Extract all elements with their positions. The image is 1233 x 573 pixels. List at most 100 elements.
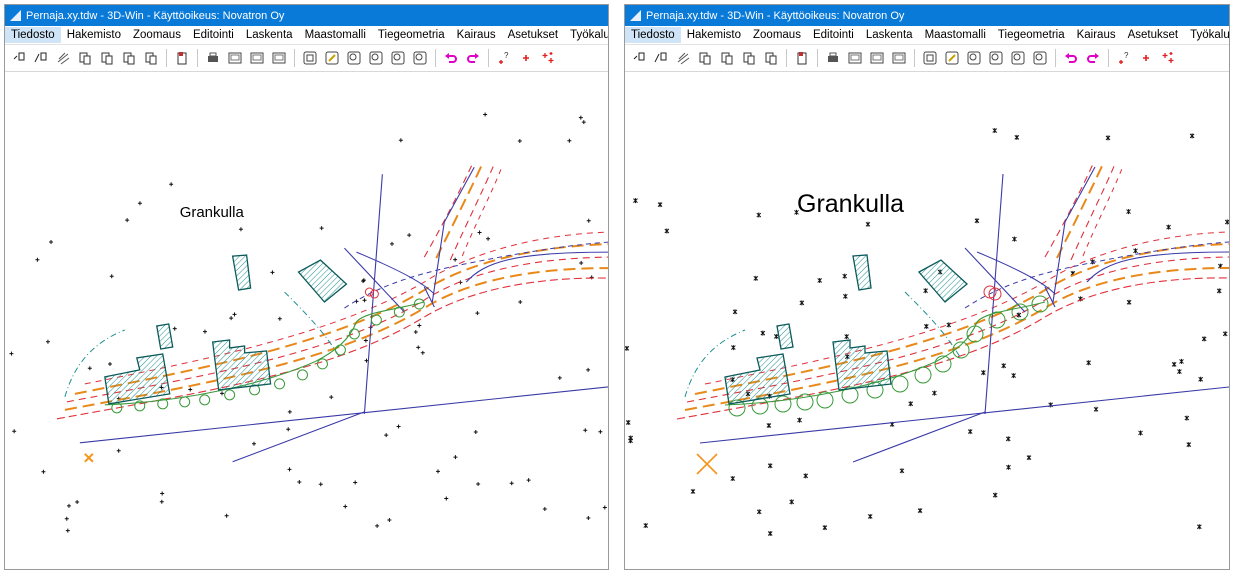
menu-laskenta[interactable]: Laskenta (860, 27, 919, 43)
redo-button[interactable] (463, 48, 482, 68)
new-line-button[interactable] (651, 48, 670, 68)
zoom-out-icon (413, 51, 426, 65)
map-canvas[interactable]: Grankulla (5, 72, 608, 569)
menu-hakemisto[interactable]: Hakemisto (681, 27, 747, 43)
toolbar-separator (435, 49, 436, 67)
query-file-button[interactable] (119, 48, 138, 68)
zoom-prev-button[interactable] (964, 48, 983, 68)
menu-laskenta[interactable]: Laskenta (240, 27, 299, 43)
survey-point (64, 516, 69, 521)
zoom-window-icon (325, 51, 338, 65)
undo-button[interactable] (441, 48, 460, 68)
zoom-extents-button[interactable] (920, 48, 939, 68)
menu-kairaus[interactable]: Kairaus (1071, 27, 1122, 43)
add-point-button[interactable] (516, 48, 535, 68)
query-file-button[interactable] (739, 48, 758, 68)
layers-button[interactable] (673, 48, 692, 68)
menu-tiegeometria[interactable]: Tiegeometria (372, 27, 451, 43)
save-view-button[interactable] (867, 48, 886, 68)
copy-file-button[interactable] (75, 48, 94, 68)
new-point-button[interactable] (629, 48, 648, 68)
export-file-button[interactable] (761, 48, 780, 68)
zoom-window-button[interactable] (322, 48, 341, 68)
survey-point (1222, 331, 1228, 337)
redo-button[interactable] (1083, 48, 1102, 68)
survey-point (1201, 336, 1207, 342)
layers-button[interactable] (53, 48, 72, 68)
zoom-in-button[interactable] (1008, 48, 1027, 68)
survey-point (287, 409, 292, 414)
paste-file-button[interactable] (717, 48, 736, 68)
survey-point (1105, 135, 1111, 141)
menu-asetukset[interactable]: Asetukset (1122, 27, 1185, 43)
multi-point-icon (1162, 52, 1173, 63)
zoom-out-button[interactable] (1030, 48, 1049, 68)
road-line (1070, 163, 1116, 261)
zoom-window-button[interactable] (942, 48, 961, 68)
export-file-button[interactable] (141, 48, 160, 68)
zoom-window-icon (945, 51, 958, 65)
print-button[interactable] (203, 48, 222, 68)
survey-point (384, 433, 389, 438)
view-props-button[interactable] (269, 48, 288, 68)
copy-file-icon (699, 52, 710, 65)
menu-zoomaus[interactable]: Zoomaus (747, 27, 807, 43)
survey-point (844, 334, 850, 340)
menu-hakemisto[interactable]: Hakemisto (61, 27, 127, 43)
multi-point-button[interactable] (538, 48, 557, 68)
zoom-out-button[interactable] (410, 48, 429, 68)
survey-point (992, 492, 998, 498)
clipboard-button[interactable] (172, 48, 191, 68)
menu-asetukset[interactable]: Asetukset (502, 27, 565, 43)
new-point-button[interactable] (9, 48, 28, 68)
survey-point (420, 350, 425, 355)
menu-maastomalli[interactable]: Maastomalli (919, 27, 992, 43)
menu-editointi[interactable]: Editointi (807, 27, 860, 43)
map-canvas[interactable]: Grankulla (625, 72, 1229, 569)
survey-point (486, 236, 491, 241)
multi-point-button[interactable] (1158, 48, 1177, 68)
scale-print-button[interactable] (225, 48, 244, 68)
menu-editointi[interactable]: Editointi (187, 27, 240, 43)
save-view-button[interactable] (247, 48, 266, 68)
menu-työkalut[interactable]: Työkalut (1184, 27, 1229, 43)
menu-tiegeometria[interactable]: Tiegeometria (992, 27, 1071, 43)
undo-button[interactable] (1061, 48, 1080, 68)
toolbar-separator (914, 49, 915, 67)
menu-työkalut[interactable]: Työkalut (564, 27, 608, 43)
menu-kairaus[interactable]: Kairaus (451, 27, 502, 43)
undo-icon (1064, 53, 1077, 63)
copy-file-button[interactable] (695, 48, 714, 68)
zoom-next-button[interactable] (986, 48, 1005, 68)
paste-file-button[interactable] (97, 48, 116, 68)
zoom-extents-button[interactable] (300, 48, 319, 68)
menu-zoomaus[interactable]: Zoomaus (127, 27, 187, 43)
contour-line (904, 291, 961, 358)
zoom-next-button[interactable] (366, 48, 385, 68)
add-point-button[interactable] (1136, 48, 1155, 68)
scale-print-button[interactable] (845, 48, 864, 68)
menu-maastomalli[interactable]: Maastomalli (299, 27, 372, 43)
title-bar: Pernaja.xy.tdw - 3D-Win - Käyttöoikeus: … (625, 5, 1229, 26)
zoom-in-button[interactable] (388, 48, 407, 68)
point-query-button[interactable]: ? (494, 48, 513, 68)
survey-point (75, 500, 80, 505)
highlight-point (84, 453, 94, 463)
survey-point (202, 329, 207, 334)
new-line-button[interactable] (31, 48, 50, 68)
survey-point (1048, 402, 1053, 408)
zoom-in-icon (1011, 51, 1024, 65)
survey-point (822, 525, 828, 531)
view-props-button[interactable] (889, 48, 908, 68)
print-button[interactable] (823, 48, 842, 68)
survey-point (362, 298, 367, 303)
survey-point (473, 429, 478, 434)
menu-tiedosto[interactable]: Tiedosto (5, 27, 61, 43)
survey-point (589, 275, 594, 280)
tree-symbol (224, 389, 236, 401)
clipboard-button[interactable] (792, 48, 811, 68)
menu-tiedosto[interactable]: Tiedosto (625, 27, 681, 43)
point-query-button[interactable]: ? (1114, 48, 1133, 68)
zoom-prev-icon (347, 51, 360, 65)
zoom-prev-button[interactable] (344, 48, 363, 68)
